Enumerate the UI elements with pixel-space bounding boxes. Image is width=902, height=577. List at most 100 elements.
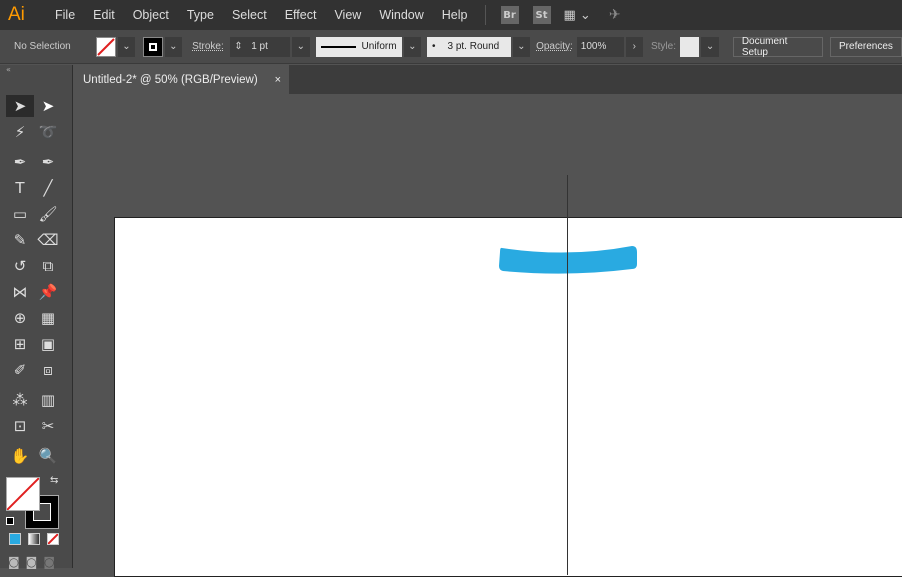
mesh-icon: ⊞: [13, 335, 27, 353]
fill-box[interactable]: [6, 477, 40, 511]
stroke-weight-input[interactable]: 1 pt: [247, 36, 291, 57]
style-swatch[interactable]: [679, 36, 700, 57]
pen-tool[interactable]: ✒: [6, 151, 34, 173]
opacity-input[interactable]: 100%: [576, 36, 624, 57]
line-segment-tool[interactable]: ╱: [34, 177, 62, 199]
document-tab[interactable]: Untitled-2* @ 50% (RGB/Preview) ×: [74, 65, 289, 94]
menu-edit[interactable]: Edit: [84, 8, 124, 22]
rectangle-icon: ▭: [12, 205, 28, 223]
rotate-tool[interactable]: ↺: [6, 255, 34, 277]
brush-dot-icon: •: [431, 41, 436, 52]
style-dropdown[interactable]: ⌄: [701, 36, 719, 57]
none-mode-icon[interactable]: [47, 533, 59, 545]
tool-row: T ╱: [0, 175, 72, 201]
color-mode-icon[interactable]: [9, 533, 21, 545]
close-tab-icon[interactable]: ×: [275, 74, 281, 86]
perspective-grid-tool[interactable]: ▦: [34, 307, 62, 329]
rectangle-tool[interactable]: ▭: [6, 203, 34, 225]
collapse-panel-icon[interactable]: «: [0, 65, 72, 77]
lasso-tool[interactable]: ➰: [34, 121, 62, 143]
app-logo: Ai: [8, 4, 25, 25]
eraser-tool[interactable]: ⌫: [34, 229, 62, 251]
selection-icon: ➤: [13, 97, 27, 115]
zoom-tool[interactable]: 🔍: [34, 445, 62, 467]
puppet-warp-icon: 📌: [38, 283, 58, 301]
type-tool[interactable]: T: [6, 177, 34, 199]
tool-row: ✎ ⌫: [0, 227, 72, 253]
stroke-label[interactable]: Stroke:: [192, 41, 224, 52]
tool-row: ⊡ ✂: [0, 413, 72, 439]
document-setup-button[interactable]: Document Setup: [732, 36, 824, 58]
profile-label: Uniform: [361, 41, 397, 52]
panel-grip[interactable]: [0, 77, 72, 93]
stroke-dropdown[interactable]: ⌄: [164, 36, 183, 57]
blend-icon: ⧈: [43, 361, 53, 379]
eyedropper-tool[interactable]: ✐: [6, 359, 34, 381]
brush-definition[interactable]: • 3 pt. Round: [426, 36, 511, 57]
selection-tool[interactable]: ➤: [6, 95, 34, 117]
bridge-button[interactable]: Br: [500, 6, 519, 24]
column-graph-tool[interactable]: ▥: [34, 389, 62, 411]
scale-tool[interactable]: ⧉: [34, 255, 62, 277]
fill-swatch[interactable]: [95, 36, 116, 57]
variable-width-profile[interactable]: Uniform: [315, 36, 402, 57]
tool-row: ▭ 🖌: [0, 201, 72, 227]
blue-arc-shape[interactable]: [497, 244, 639, 278]
shaper-tool[interactable]: ✎: [6, 229, 34, 251]
shape-builder-tool[interactable]: ⊕: [6, 307, 34, 329]
arrange-documents-icon[interactable]: ▦ ⌄: [564, 8, 591, 23]
menu-file[interactable]: File: [46, 8, 84, 22]
stroke-weight-dropdown[interactable]: ⌄: [292, 36, 310, 57]
hand-tool[interactable]: ✋: [6, 445, 34, 467]
draw-inside-icon[interactable]: ◙: [43, 555, 55, 569]
menu-select[interactable]: Select: [223, 8, 276, 22]
menu-effect[interactable]: Effect: [276, 8, 326, 22]
direct-selection-tool[interactable]: ➤: [34, 95, 62, 117]
artboard-tool[interactable]: ⊡: [6, 415, 34, 437]
stroke-swatch[interactable]: [143, 36, 163, 57]
hand-icon: ✋: [10, 447, 30, 465]
symbol-sprayer-tool[interactable]: ⁂: [6, 389, 34, 411]
fill-stroke-widget[interactable]: ⇆: [0, 475, 72, 531]
brush-dropdown[interactable]: ⌄: [512, 36, 531, 57]
opacity-expand[interactable]: ›: [625, 36, 643, 57]
paintbrush-icon: 🖌: [38, 205, 58, 223]
blend-tool[interactable]: ⧈: [34, 359, 62, 381]
fill-dropdown[interactable]: ⌄: [117, 36, 136, 57]
stock-button[interactable]: St: [532, 6, 551, 24]
line-preview-icon: [320, 45, 356, 48]
curvature-tool[interactable]: ✒: [34, 151, 62, 173]
menu-type[interactable]: Type: [178, 8, 223, 22]
zoom-icon: 🔍: [38, 447, 58, 465]
eyedropper-icon: ✐: [13, 361, 27, 379]
opacity-label[interactable]: Opacity:: [536, 41, 573, 52]
stroke-stepper[interactable]: ⇕: [229, 36, 248, 57]
brush-label: 3 pt. Round: [447, 41, 500, 52]
preferences-button[interactable]: Preferences: [830, 36, 902, 57]
swap-icon[interactable]: ⇆: [50, 475, 58, 486]
tool-row: ↺ ⧉: [0, 253, 72, 279]
paintbrush-tool[interactable]: 🖌: [34, 203, 62, 225]
width-tool[interactable]: ⋈: [6, 281, 34, 303]
draw-behind-icon[interactable]: ◙: [26, 555, 38, 569]
profile-dropdown[interactable]: ⌄: [403, 36, 421, 57]
menu-help[interactable]: Help: [433, 8, 477, 22]
slice-tool[interactable]: ✂: [34, 415, 62, 437]
shaper-icon: ✎: [13, 231, 27, 249]
gradient-mode-icon[interactable]: [28, 533, 40, 545]
draw-normal-icon[interactable]: ◙: [8, 555, 20, 569]
none-slash-icon: [97, 37, 115, 56]
gradient-tool[interactable]: ▣: [34, 333, 62, 355]
gpu-performance-icon[interactable]: ✈: [609, 7, 621, 23]
default-colors-icon[interactable]: [6, 517, 14, 525]
puppet-warp-tool[interactable]: 📌: [34, 281, 62, 303]
rotate-icon: ↺: [13, 257, 27, 275]
menu-object[interactable]: Object: [124, 8, 178, 22]
mesh-tool[interactable]: ⊞: [6, 333, 34, 355]
control-bar: No Selection ⌄ ⌄ Stroke: ⇕ 1 pt ⌄ Unifor…: [0, 30, 902, 64]
menu-window[interactable]: Window: [370, 8, 432, 22]
line-segment-icon: ╱: [43, 179, 53, 197]
magic-wand-tool[interactable]: ⚡: [6, 121, 34, 143]
menu-view[interactable]: View: [325, 8, 370, 22]
vertical-guide[interactable]: [567, 175, 568, 575]
